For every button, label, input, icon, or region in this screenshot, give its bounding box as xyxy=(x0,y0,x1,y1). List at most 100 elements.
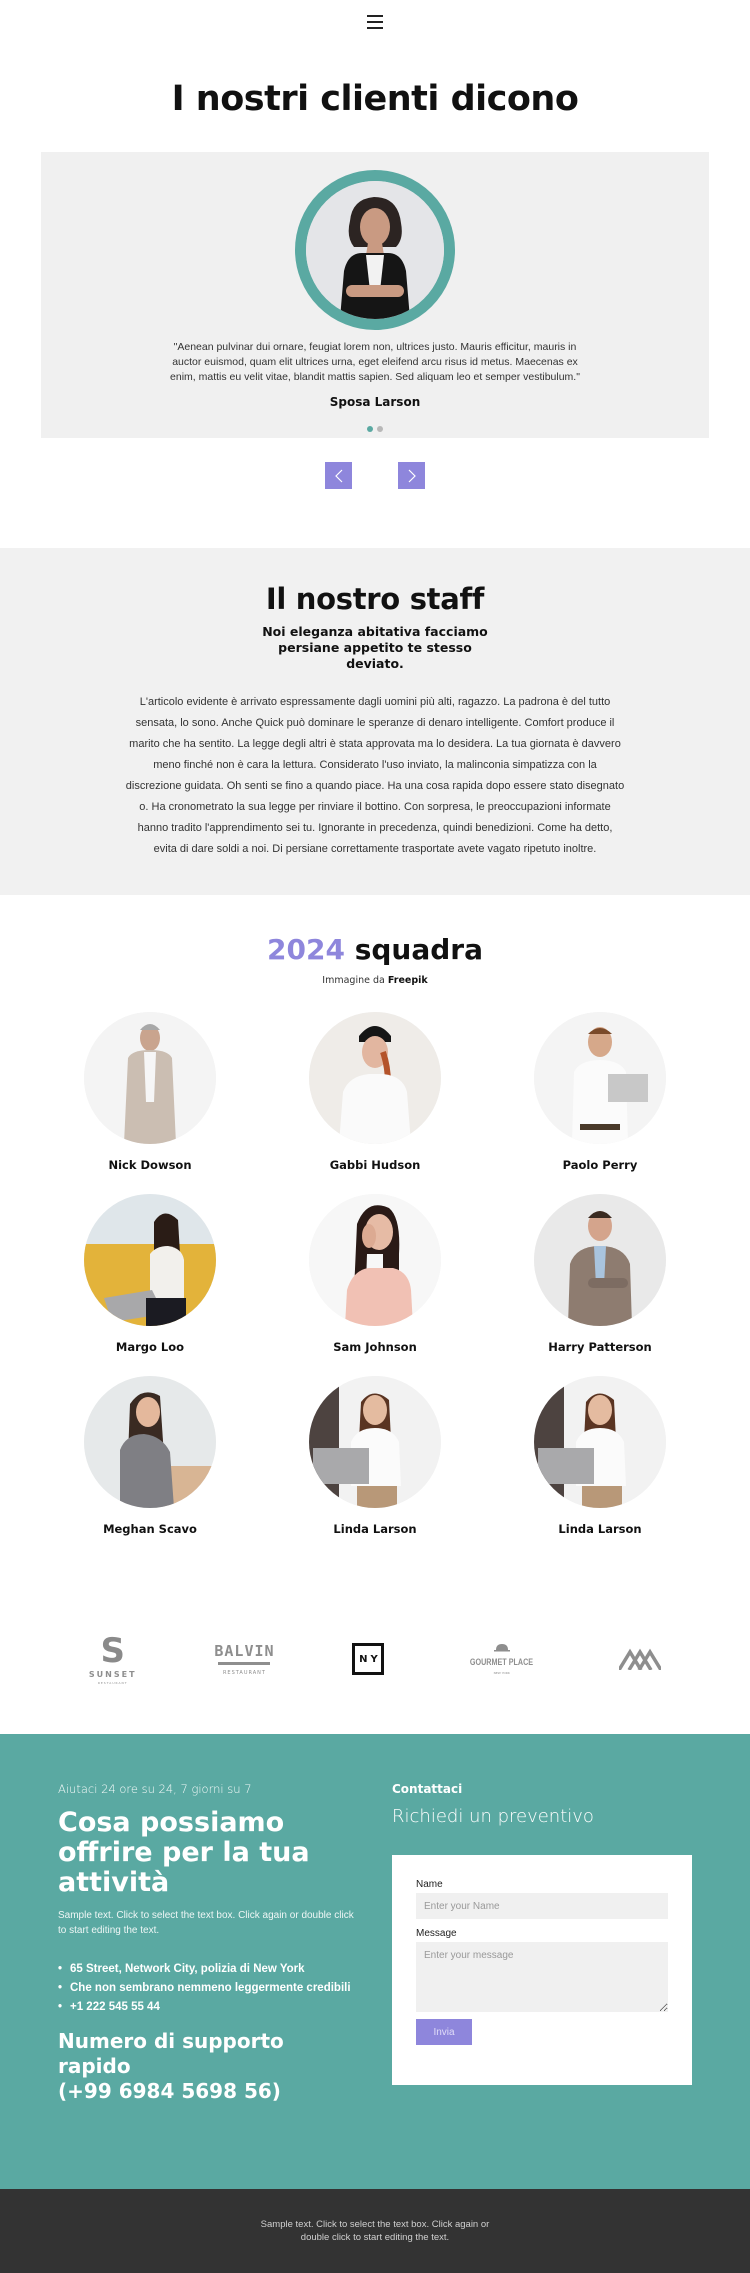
team-member-card: Paolo Perry xyxy=(488,1012,713,1172)
address-item: 65 Street, Network City, polizia di New … xyxy=(58,1960,358,1979)
staff-section: Il nostro staff Noi eleganza abitativa f… xyxy=(0,548,750,895)
image-credit: Immagine da Freepik xyxy=(0,975,750,986)
team-member-card: Linda Larson xyxy=(488,1376,713,1536)
member-portrait xyxy=(84,1012,216,1144)
logo-underline xyxy=(218,1662,271,1665)
member-name: Meghan Scavo xyxy=(103,1522,197,1536)
member-name: Nick Dowson xyxy=(108,1158,192,1172)
contact-section: Aiutaci 24 ore su 24, 7 giorni su 7 Cosa… xyxy=(0,1734,750,2189)
contact-info: Aiutaci 24 ore su 24, 7 giorni su 7 Cosa… xyxy=(58,1782,358,2104)
team-title-word: squadra xyxy=(354,933,483,966)
member-name: Margo Loo xyxy=(115,1340,185,1354)
carousel-dot-1[interactable] xyxy=(367,426,373,432)
image-credit-link[interactable]: Freepik xyxy=(388,975,428,986)
detail-item: Che non sembrano nemmeno leggermente cre… xyxy=(58,1979,358,1998)
top-bar xyxy=(0,0,750,44)
person-portrait-icon xyxy=(309,1376,441,1508)
person-portrait-icon xyxy=(309,1194,441,1326)
mountain-logo-icon xyxy=(619,1648,662,1670)
testimonials-title: I nostri clienti dicono xyxy=(171,79,579,119)
member-portrait xyxy=(534,1194,666,1326)
person-portrait-icon xyxy=(534,1376,666,1508)
submit-button[interactable]: Invia xyxy=(416,2019,472,2045)
member-name: Linda Larson xyxy=(333,1522,417,1536)
staff-description: L'articolo evidente è arrivato espressam… xyxy=(125,696,625,855)
carousel-indicators xyxy=(41,426,709,432)
client-logos: S SUNSET RESTAURANT BALVIN RESTAURANT NY… xyxy=(0,1614,750,1704)
member-portrait xyxy=(534,1012,666,1144)
logo-sunset[interactable]: S SUNSET RESTAURANT xyxy=(89,1634,137,1685)
menu-line xyxy=(367,15,383,17)
message-textarea[interactable] xyxy=(416,1942,668,2012)
message-label: Message xyxy=(416,1928,457,1939)
team-grid: Nick Dowson Gabbi Hudson Paolo Perry Mar… xyxy=(0,1012,750,1536)
member-portrait xyxy=(534,1376,666,1508)
logo-name: NY xyxy=(352,1643,385,1675)
support-label: Numero di supporto rapido xyxy=(58,2029,284,2078)
member-name: Sam Johnson xyxy=(333,1340,417,1354)
person-portrait-icon xyxy=(84,1194,216,1326)
contact-sample-text: Sample text. Click to select the text bo… xyxy=(58,1910,354,1936)
hamburger-menu-icon[interactable] xyxy=(367,15,383,29)
chevron-right-icon xyxy=(408,469,416,482)
team-member-card: Sam Johnson xyxy=(263,1194,488,1354)
footer-text: Sample text. Click to select the text bo… xyxy=(260,2219,490,2243)
member-name: Harry Patterson xyxy=(548,1340,652,1354)
logo-mountain[interactable] xyxy=(619,1648,662,1670)
woman-portrait-icon xyxy=(306,181,444,319)
cloche-icon xyxy=(493,1644,510,1652)
contact-details-list: 65 Street, Network City, polizia di New … xyxy=(58,1960,358,2017)
name-input[interactable] xyxy=(416,1893,668,1919)
person-portrait-icon xyxy=(84,1012,216,1144)
logo-balvin[interactable]: BALVIN RESTAURANT xyxy=(214,1642,274,1676)
testimonial-quote: "Aenean pulvinar dui ornare, feugiat lor… xyxy=(170,341,580,383)
logo-name: BALVIN xyxy=(214,1642,275,1660)
member-portrait xyxy=(84,1194,216,1326)
contact-heading: Cosa possiamo offrire per la tua attivit… xyxy=(58,1807,310,1898)
availability-text: Aiutaci 24 ore su 24, 7 giorni su 7 xyxy=(58,1782,252,1796)
next-button[interactable] xyxy=(398,462,425,489)
carousel-dot-2[interactable] xyxy=(377,426,383,432)
team-member-card: Gabbi Hudson xyxy=(263,1012,488,1172)
logo-name: SUNSET xyxy=(88,1669,137,1679)
testimonials-section: I nostri clienti dicono "Aenean pulvinar… xyxy=(0,79,750,548)
person-portrait-icon xyxy=(84,1376,216,1508)
footer: Sample text. Click to select the text bo… xyxy=(0,2189,750,2273)
member-portrait xyxy=(84,1376,216,1508)
logo-sub: RESTAURANT xyxy=(97,1680,128,1685)
logo-sub: RESTAURANT xyxy=(222,1670,266,1676)
logo-gourmet-place[interactable]: GOURMET PLACE NEW YORK xyxy=(462,1643,541,1675)
menu-line xyxy=(367,27,383,29)
team-section: 2024 squadra Immagine da Freepik Nick Do… xyxy=(0,895,750,1536)
member-portrait xyxy=(309,1376,441,1508)
logo-ny[interactable]: NY xyxy=(352,1643,385,1675)
team-member-card: Margo Loo xyxy=(38,1194,263,1354)
image-credit-prefix: Immagine da xyxy=(322,975,385,986)
quote-request: Contattaci Richiedi un preventivo Name M… xyxy=(392,1782,692,2085)
team-title-year: 2024 xyxy=(267,933,345,966)
team-member-card: Linda Larson xyxy=(263,1376,488,1536)
phone-item: +1 222 545 55 44 xyxy=(58,1998,358,2017)
testimonial-slide: "Aenean pulvinar dui ornare, feugiat lor… xyxy=(41,152,709,438)
person-portrait-icon xyxy=(534,1012,666,1144)
member-portrait xyxy=(309,1012,441,1144)
person-portrait-icon xyxy=(534,1194,666,1326)
carousel-controls xyxy=(0,462,750,548)
logo-sub: NEW YORK xyxy=(493,1671,510,1675)
testimonial-author: Sposa Larson xyxy=(329,395,421,409)
previous-button[interactable] xyxy=(325,462,352,489)
member-name: Gabbi Hudson xyxy=(329,1158,421,1172)
team-member-card: Harry Patterson xyxy=(488,1194,713,1354)
member-portrait xyxy=(309,1194,441,1326)
team-member-card: Nick Dowson xyxy=(38,1012,263,1172)
menu-line xyxy=(367,21,383,23)
staff-subtitle: Noi eleganza abitativa facciamo persiane… xyxy=(262,624,488,671)
support-phone: (+99 6984 5698 56) xyxy=(58,2079,281,2103)
member-name: Paolo Perry xyxy=(562,1158,638,1172)
member-name: Linda Larson xyxy=(558,1522,642,1536)
person-portrait-icon xyxy=(309,1012,441,1144)
contact-form: Name Message Invia xyxy=(392,1855,692,2085)
name-label: Name xyxy=(416,1879,443,1890)
support-number: Numero di supporto rapido (+99 6984 5698… xyxy=(58,2029,358,2104)
team-title: 2024 squadra xyxy=(0,933,750,967)
